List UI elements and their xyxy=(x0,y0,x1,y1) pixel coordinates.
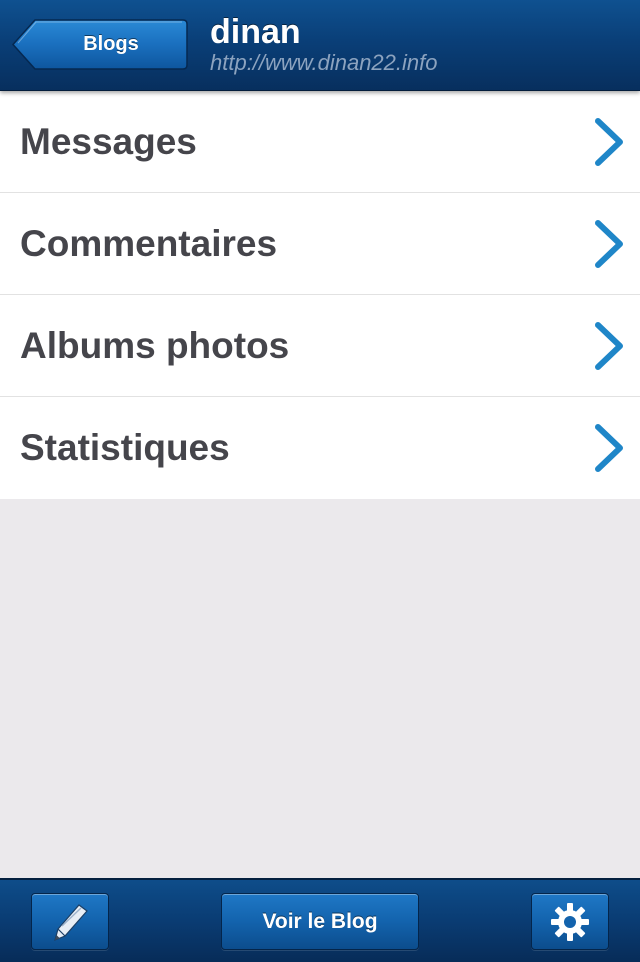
chevron-right-icon xyxy=(595,424,623,472)
chevron-right-icon xyxy=(595,322,623,370)
bottom-toolbar: Voir le Blog xyxy=(0,878,640,962)
chevron-right-icon xyxy=(595,118,623,166)
blog-title: dinan xyxy=(210,13,301,51)
menu-item-messages[interactable]: Messages xyxy=(0,91,640,193)
view-blog-button[interactable]: Voir le Blog xyxy=(221,893,419,950)
blog-url: http://www.dinan22.info xyxy=(210,50,438,75)
menu-item-albums-photos[interactable]: Albums photos xyxy=(0,295,640,397)
menu-item-label: Statistiques xyxy=(20,427,230,468)
settings-button[interactable] xyxy=(531,893,609,950)
chevron-right-icon xyxy=(595,220,623,268)
compose-button[interactable] xyxy=(31,893,109,950)
menu-item-commentaires[interactable]: Commentaires xyxy=(0,193,640,295)
back-button-label: Blogs xyxy=(83,33,139,55)
navigation-bar: Blogs dinan http://www.dinan22.info xyxy=(0,0,640,91)
pencil-icon xyxy=(54,904,88,942)
view-blog-label: Voir le Blog xyxy=(262,910,378,933)
gear-icon xyxy=(551,903,589,941)
back-button-blogs[interactable]: Blogs xyxy=(12,19,188,70)
menu-item-statistiques[interactable]: Statistiques xyxy=(0,397,640,499)
blog-menu-list: Messages Commentaires Albums photos Stat… xyxy=(0,91,640,499)
menu-item-label: Messages xyxy=(20,121,197,162)
menu-item-label: Albums photos xyxy=(20,325,290,366)
menu-item-label: Commentaires xyxy=(20,223,278,264)
